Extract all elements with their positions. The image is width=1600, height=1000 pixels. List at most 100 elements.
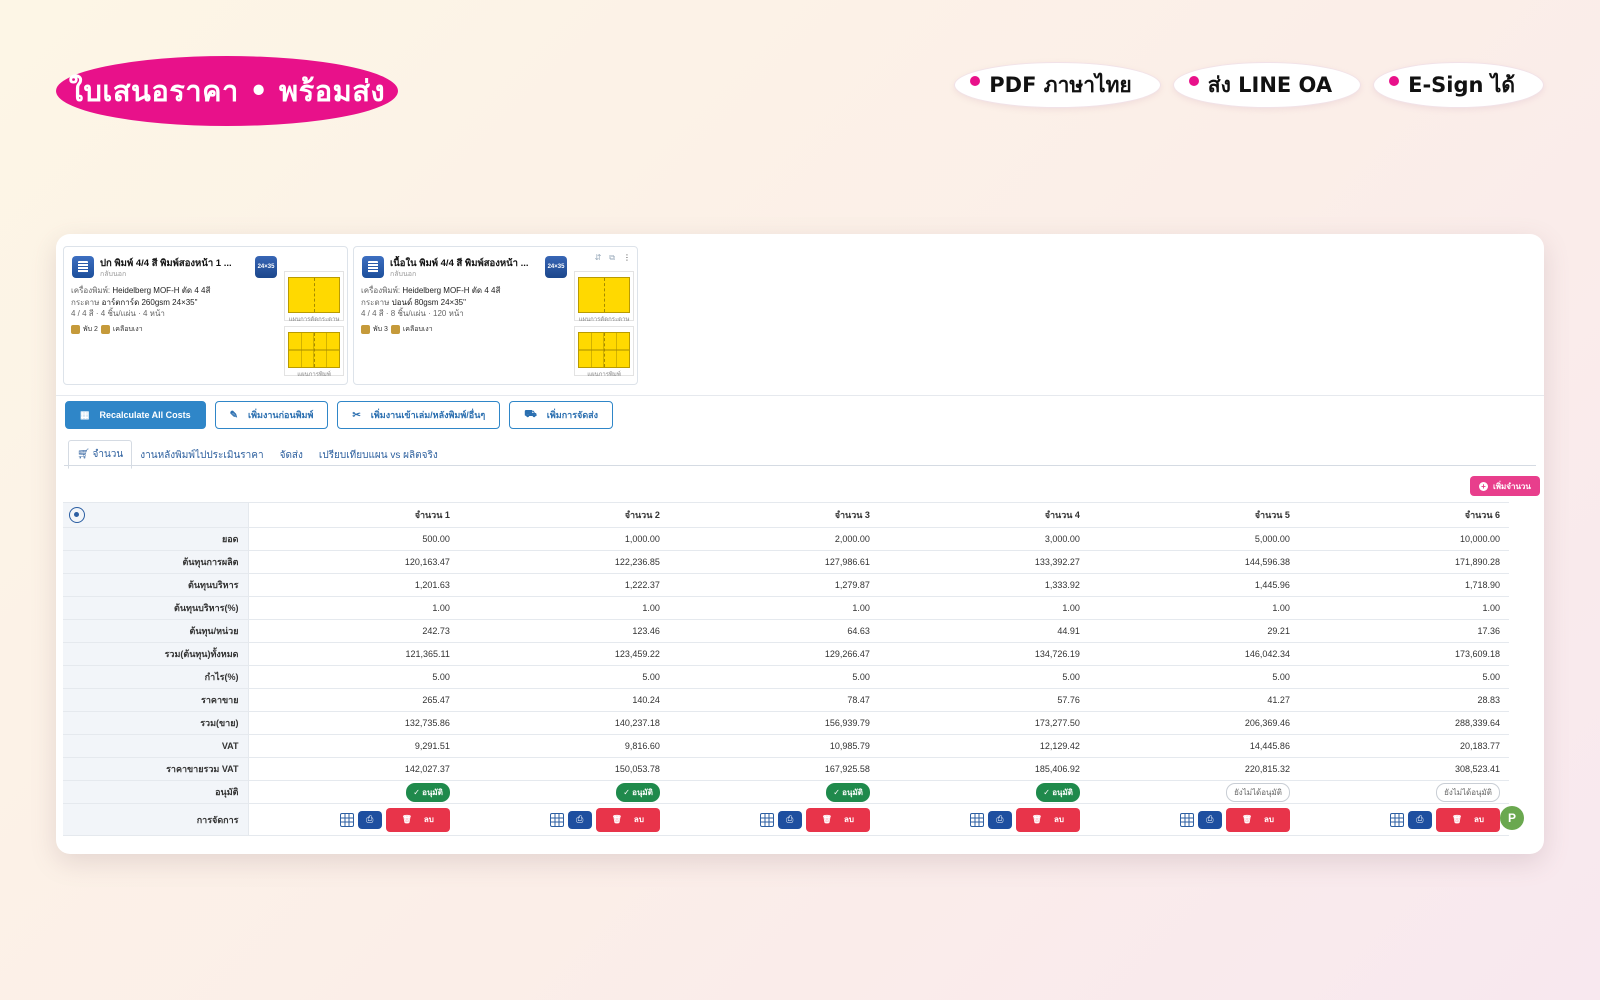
table-cell[interactable]: 1.00 xyxy=(1088,596,1299,620)
document-icon xyxy=(72,256,94,278)
delete-button[interactable]: 🗑︎ ลบ xyxy=(1225,807,1290,832)
job-card-inner[interactable]: เนื้อใน พิมพ์ 4/4 สี พิมพ์สองหน้า ... กล… xyxy=(353,246,638,385)
job-card-subtitle: กลับนอก xyxy=(390,271,417,278)
table-cell: 134,726.19 xyxy=(878,642,1089,666)
actions-cell: ⎙ 🗑︎ ลบ xyxy=(1088,803,1299,836)
hero-title: ใบเสนอราคา • พร้อมส่ง xyxy=(56,56,398,126)
table-row: ยอด 500.00 1,000.00 2,000.00 3,000.00 5,000.0… xyxy=(63,527,1509,551)
print-plan-thumbnail[interactable] xyxy=(288,332,340,368)
document-icon xyxy=(362,256,384,278)
print-button[interactable]: ⎙ xyxy=(567,810,592,829)
calculator-icon[interactable] xyxy=(1389,812,1404,827)
print-button[interactable]: ⎙ xyxy=(987,810,1012,829)
external-link-icon[interactable]: ⧉ xyxy=(609,253,615,263)
print-button[interactable]: ⎙ xyxy=(357,810,382,829)
delete-button[interactable]: 🗑︎ ลบ xyxy=(595,807,660,832)
feature-pill-pdf: PDF ภาษาไทย xyxy=(954,62,1161,108)
table-cell[interactable]: 10,000.00 xyxy=(1298,527,1509,551)
sort-icon[interactable]: ⇵ xyxy=(595,253,602,263)
row-label: ต้นทุนบริหาร xyxy=(63,573,249,597)
table-cell[interactable]: 5.00 xyxy=(878,665,1089,689)
table-cell: 242.73 xyxy=(248,619,459,643)
actions-row: การจัดการ ⎙ 🗑︎ ลบ ⎙ 🗑︎ ลบ ⎙ 🗑︎ ลบ ⎙ 🗑︎ ลบ ⎙ 🗑︎ ลบ ⎙ 🗑︎ ลบ xyxy=(63,803,1509,836)
table-cell: 44.91 xyxy=(878,619,1089,643)
column-header: จำนวน 5 xyxy=(1088,502,1299,528)
cut-plan-thumbnail[interactable] xyxy=(288,277,340,313)
row-label: อนุมัติ xyxy=(63,780,249,804)
add-prepress-button[interactable]: ✎ เพิ่มงานก่อนพิมพ์ xyxy=(214,401,329,429)
table-cell[interactable]: 1.00 xyxy=(458,596,669,620)
cut-plan-thumbnail[interactable] xyxy=(578,277,630,313)
printer-icon: ⎙ xyxy=(1416,814,1424,824)
table-cell[interactable]: 1.00 xyxy=(1298,596,1509,620)
bullet-icon xyxy=(1188,76,1199,86)
table-cell: 1,718.90 xyxy=(1298,573,1509,597)
print-plan-thumbnail[interactable] xyxy=(578,332,630,368)
table-cell: 41.27 xyxy=(1088,688,1299,712)
approved-badge[interactable]: ✓ อนุมัติ xyxy=(406,782,450,802)
delete-button[interactable]: 🗑︎ ลบ xyxy=(1435,807,1500,832)
table-cell[interactable]: 1.00 xyxy=(668,596,879,620)
table-cell[interactable]: 5,000.00 xyxy=(1088,527,1299,551)
table-cell[interactable]: 5.00 xyxy=(248,665,459,689)
approved-badge[interactable]: ✓ อนุมัติ xyxy=(1036,782,1080,802)
table-cell: 308,523.41 xyxy=(1298,757,1509,781)
table-cell[interactable]: 1,000.00 xyxy=(458,527,669,551)
table-cell[interactable]: 3,000.00 xyxy=(878,527,1089,551)
table-cell: 57.76 xyxy=(878,688,1089,712)
action-toolbar: ▦ Recalculate All Costs ✎ เพิ่มงานก่อนพิมพ… xyxy=(65,401,614,429)
approval-row: อนุมัติ ✓ อนุมัติ ✓ อนุมัติ ✓ อนุมัติ ✓ อนุม… xyxy=(63,780,1509,804)
laminate-icon xyxy=(100,325,110,334)
row-label: ราคาขายรวม VAT xyxy=(63,757,249,781)
add-postpress-button[interactable]: ✂ เพิ่มงานเข้าเล่ม/หลังพิมพ์/อื่นๆ xyxy=(337,401,501,429)
calculator-icon[interactable] xyxy=(549,812,564,827)
calculator-icon[interactable] xyxy=(1179,812,1194,827)
table-cell[interactable]: 5.00 xyxy=(668,665,879,689)
delete-button[interactable]: 🗑︎ ลบ xyxy=(385,807,450,832)
delete-button[interactable]: 🗑︎ ลบ xyxy=(805,807,870,832)
calculator-icon[interactable] xyxy=(759,812,774,827)
print-button[interactable]: ⎙ xyxy=(1197,810,1222,829)
table-cell: 123,459.22 xyxy=(458,642,669,666)
approved-badge[interactable]: ✓ อนุมัติ xyxy=(616,782,660,802)
add-quantity-button[interactable]: + เพิ่มจำนวน xyxy=(1470,476,1540,496)
finishing-tags: พับ 2 เคลือบเงา xyxy=(71,324,143,335)
recalculate-button[interactable]: ▦ Recalculate All Costs xyxy=(65,401,206,429)
print-button[interactable]: ⎙ xyxy=(1407,810,1432,829)
delete-button[interactable]: 🗑︎ ลบ xyxy=(1015,807,1080,832)
row-actions: ⎙ 🗑︎ ลบ xyxy=(549,807,660,832)
table-cell: 1,201.63 xyxy=(248,573,459,597)
approved-badge[interactable]: ✓ อนุมัติ xyxy=(826,782,870,802)
table-cell: 20,183.77 xyxy=(1298,734,1509,758)
table-cell[interactable]: 1.00 xyxy=(248,596,459,620)
spec-line: 4 / 4 สี · 4 ชิ้น/แผ่น · 4 หน้า xyxy=(71,309,165,318)
approval-cell: ✓ อนุมัติ xyxy=(878,780,1089,804)
table-cell[interactable]: 5.00 xyxy=(458,665,669,689)
table-cell[interactable]: 5.00 xyxy=(1298,665,1509,689)
table-cell: 12,129.42 xyxy=(878,734,1089,758)
printer-icon: ⎙ xyxy=(576,814,584,824)
add-shipping-button[interactable]: ⛟ เพิ่มการจัดส่ง xyxy=(509,401,614,429)
calculator-icon[interactable] xyxy=(339,812,354,827)
cut-plan-caption: แผนการตัดกระดาษ xyxy=(288,317,340,323)
table-cell: 1,222.37 xyxy=(458,573,669,597)
fold-icon xyxy=(361,325,370,334)
print-plan-caption: แผนการพิมพ์ xyxy=(297,372,331,378)
row-label: ต้นทุน/หน่วย xyxy=(63,619,249,643)
table-cell[interactable]: 2,000.00 xyxy=(668,527,879,551)
pending-badge[interactable]: ยังไม่ได้อนุมัติ xyxy=(1226,782,1290,802)
calculator-icon[interactable] xyxy=(969,812,984,827)
job-card-cover[interactable]: ปก พิมพ์ 4/4 สี พิมพ์สองหน้า 1 ... กลับน… xyxy=(63,246,348,385)
kebab-menu-icon[interactable]: ⋮ xyxy=(623,253,631,263)
table-cell[interactable]: 500.00 xyxy=(248,527,459,551)
table-cell: 10,985.79 xyxy=(668,734,879,758)
settings-icon[interactable] xyxy=(69,507,85,523)
table-cell[interactable]: 1.00 xyxy=(878,596,1089,620)
table-cell[interactable]: 5.00 xyxy=(1088,665,1299,689)
table-cell: 144,596.38 xyxy=(1088,550,1299,574)
approval-cell: ✓ อนุมัติ xyxy=(458,780,669,804)
pending-badge[interactable]: ยังไม่ได้อนุมัติ xyxy=(1436,782,1500,802)
tag-laminate: เคลือบเงา xyxy=(402,326,433,333)
avatar[interactable]: P xyxy=(1500,806,1524,830)
print-button[interactable]: ⎙ xyxy=(777,810,802,829)
